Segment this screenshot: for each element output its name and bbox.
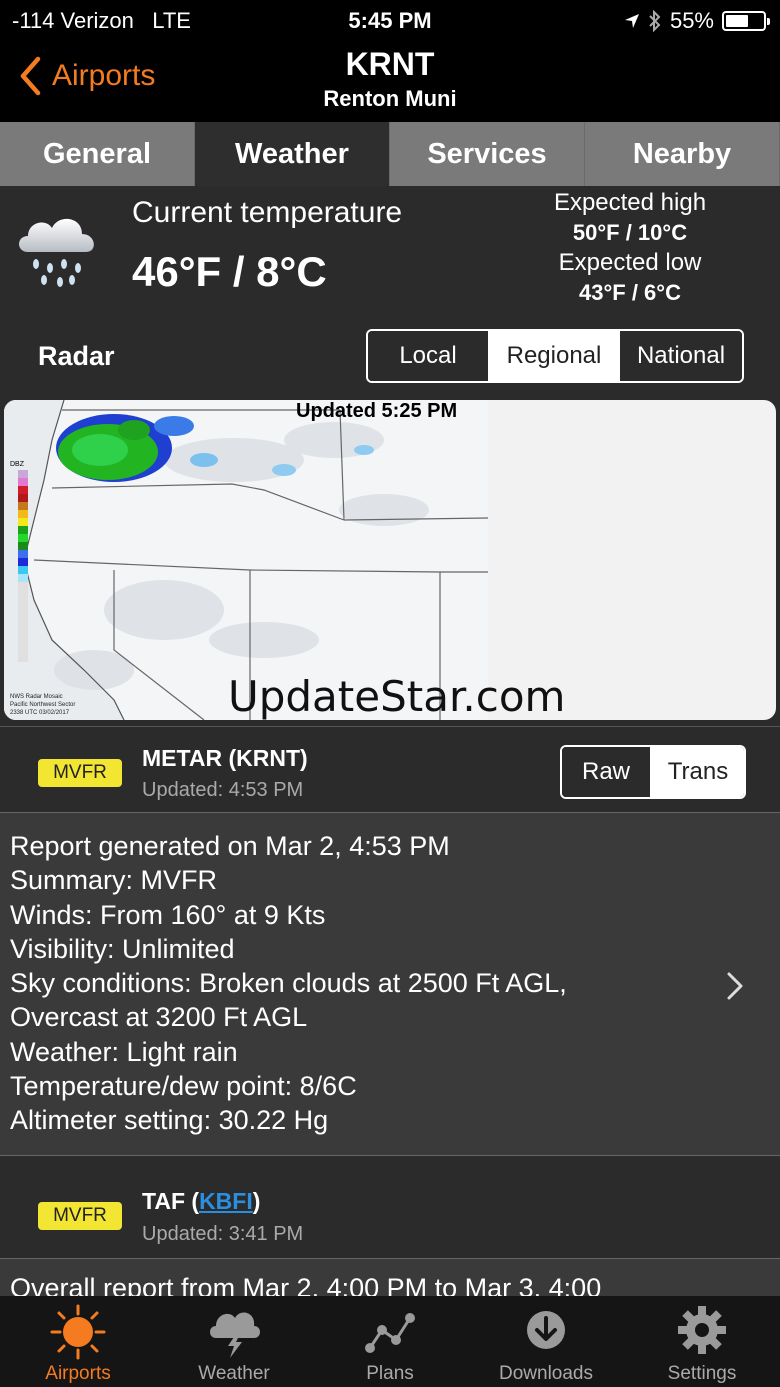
download-icon [527, 1311, 565, 1349]
metar-header: MVFR METAR (KRNT) Updated: 4:53 PM Raw T… [0, 726, 780, 812]
current-temp-value: 46°F / 8°C [132, 248, 327, 295]
taf-station-link[interactable]: KBFI [199, 1188, 253, 1214]
taf-title-suffix: ) [252, 1188, 261, 1214]
weather-summary: Current temperature 46°F / 8°C Expected … [0, 186, 780, 396]
metar-report[interactable]: Report generated on Mar 2, 4:53 PM Summa… [0, 812, 780, 1156]
radar-legend-title: DBZ [10, 461, 25, 468]
scope-national[interactable]: National [618, 331, 742, 381]
metar-line: Sky conditions: Broken clouds at 2500 Ft… [10, 968, 567, 999]
metar-updated: Updated: 4:53 PM [142, 779, 304, 801]
scope-regional[interactable]: Regional [490, 331, 618, 381]
radar-credit-line3: 2338 UTC 03/02/2017 [10, 710, 70, 716]
tab-weather[interactable]: Weather [195, 122, 390, 186]
taf-title: TAF (KBFI) [142, 1188, 260, 1215]
metar-line: Winds: From 160° at 9 Kts [10, 899, 326, 930]
battery-icon [722, 11, 770, 31]
tabbar-airports[interactable]: Airports [0, 1296, 156, 1387]
airport-code: KRNT [345, 46, 435, 82]
route-icon [365, 1313, 415, 1353]
metar-line: Weather: Light rain [10, 1036, 238, 1067]
detail-tabs: General Weather Services Nearby [0, 122, 780, 186]
tabbar-label: Airports [45, 1363, 111, 1384]
tabbar-weather[interactable]: Weather [156, 1296, 312, 1387]
taf-flight-category-badge: MVFR [38, 1202, 122, 1230]
watermark-text: UpdateStar.com [228, 672, 566, 720]
radar-credit-line1: NWS Radar Mosaic [10, 694, 63, 700]
expected-low-label: Expected low [558, 249, 702, 276]
bluetooth-icon [649, 10, 661, 32]
metar-title: METAR (KRNT) [142, 745, 308, 771]
metar-line: Report generated on Mar 2, 4:53 PM [10, 831, 450, 861]
gear-icon [678, 1306, 726, 1354]
radar-scope-control: Local Regional National [366, 329, 744, 383]
scope-local[interactable]: Local [368, 331, 490, 381]
expected-high-label: Expected high [553, 189, 707, 216]
tabbar-plans[interactable]: Plans [312, 1296, 468, 1387]
taf-report[interactable]: Overall report from Mar 2, 4:00 PM to Ma… [0, 1258, 780, 1298]
radar-card[interactable]: DBZ NWS Radar Mosaic Pacific Northwest S… [4, 400, 776, 720]
metar-line: Temperature/dew point: 8/6C [10, 1071, 357, 1102]
tabbar-label: Plans [366, 1363, 414, 1384]
tab-services[interactable]: Services [390, 122, 585, 186]
radar-credit-line2: Pacific Northwest Sector [10, 702, 75, 708]
tabbar-settings[interactable]: Settings [624, 1296, 780, 1387]
location-arrow-icon [624, 14, 639, 28]
metar-lines: Report generated on Mar 2, 4:53 PM Summa… [10, 829, 567, 1138]
taf-title-prefix: TAF ( [142, 1188, 200, 1214]
expected-low-value: 43°F / 6°C [579, 280, 681, 305]
metar-line: Summary: MVFR [10, 865, 218, 896]
rain-cloud-icon [19, 218, 94, 287]
radar-label: Radar [38, 341, 115, 371]
metar-flight-category-badge: MVFR [38, 759, 122, 787]
mode-trans[interactable]: Trans [652, 747, 744, 797]
expected-temps: Expected high 50°F / 10°C Expected low 4… [520, 188, 740, 308]
status-icons: 55% [624, 8, 770, 34]
taf-first-line: Overall report from Mar 2, 4:00 PM to Ma… [10, 1273, 602, 1298]
battery-percent: 55% [669, 8, 714, 33]
chevron-right-icon [727, 972, 743, 1000]
tabbar-label: Downloads [499, 1363, 593, 1384]
tabbar-label: Weather [198, 1363, 270, 1384]
nav-bar: Airports KRNT Renton Muni [0, 40, 780, 122]
taf-header: MVFR TAF (KBFI) Updated: 3:41 PM [0, 1156, 780, 1258]
metar-line: Overcast at 3200 Ft AGL [10, 1002, 308, 1033]
taf-updated: Updated: 3:41 PM [142, 1223, 304, 1245]
tabbar-downloads[interactable]: Downloads [468, 1296, 624, 1387]
metar-line: Altimeter setting: 30.22 Hg [10, 1105, 329, 1136]
tabbar-label: Settings [667, 1363, 737, 1384]
status-bar: -114 Verizon LTE 5:45 PM 55% [0, 0, 780, 40]
airport-name: Renton Muni [323, 86, 457, 111]
tab-nearby[interactable]: Nearby [585, 122, 780, 186]
bottom-tab-bar: Airports Weather Plans Downloads Setting… [0, 1296, 780, 1387]
sun-icon [50, 1304, 106, 1360]
current-temp-label: Current temperature [132, 196, 403, 229]
radar-updated-time: Updated 5:25 PM [296, 400, 458, 422]
tab-general[interactable]: General [0, 122, 195, 186]
radar-section: DBZ NWS Radar Mosaic Pacific Northwest S… [0, 396, 780, 726]
mode-raw[interactable]: Raw [562, 747, 652, 797]
storm-cloud-icon [210, 1312, 260, 1358]
metar-line: Visibility: Unlimited [10, 933, 235, 964]
expected-high-value: 50°F / 10°C [572, 220, 688, 245]
metar-mode-control: Raw Trans [560, 745, 746, 799]
